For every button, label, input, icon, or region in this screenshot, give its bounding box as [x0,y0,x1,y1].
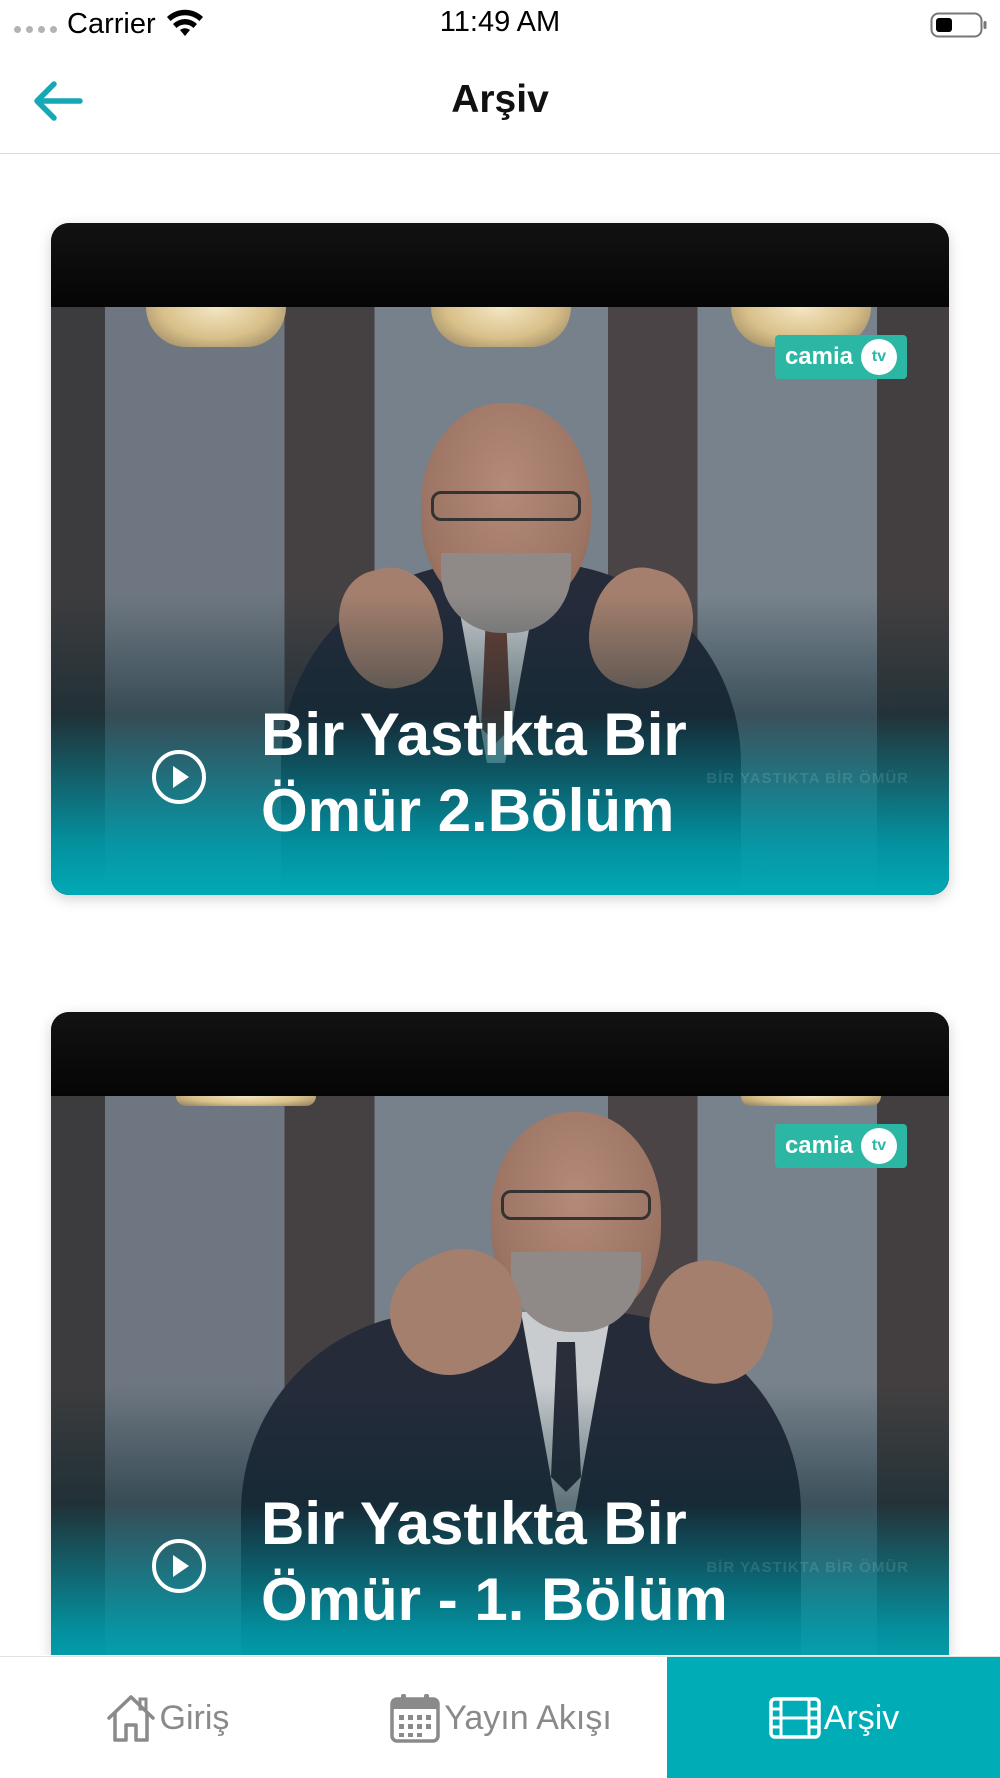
film-icon [768,1697,821,1739]
tab-label: Yayın Akışı [444,1698,612,1737]
tab-archive[interactable]: Arşiv [667,1657,1000,1778]
video-title-line: Bir Yastıkta Bir [261,1490,687,1557]
play-icon[interactable] [151,749,207,805]
video-title: Bir Yastıkta Bir Ömür - 1. Bölüm [261,1486,861,1638]
tab-bar: Giriş Yayın Akışı Arşiv [0,1656,1000,1778]
channel-logo: camia tv [774,1124,907,1168]
tab-label: Arşiv [823,1698,900,1737]
tab-label: Giriş [159,1698,230,1737]
tab-home[interactable]: Giriş [0,1657,333,1778]
channel-logo: camia tv [774,335,907,379]
status-bar: Carrier 11:49 AM [0,0,1000,48]
archive-list[interactable]: camia tv BİR YASTIKTA BİR ÖMÜR Bir Yastı… [0,155,1000,1655]
home-icon [106,1695,155,1742]
navigation-bar: Arşiv [0,48,1000,154]
video-title-line: Bir Yastıkta Bir [261,701,687,768]
battery-icon [930,12,987,38]
play-icon[interactable] [151,1538,207,1594]
star-badge-icon: tv [861,1128,897,1164]
status-time: 11:49 AM [439,6,561,38]
video-card[interactable]: camia tv BİR YASTIKTA BİR ÖMÜR Bir Yastı… [51,223,949,895]
video-title-line: Ömür - 1. Bölüm [261,1566,728,1633]
page-title: Arşiv [451,78,549,121]
video-title-line: Ömür 2.Bölüm [261,777,675,844]
star-badge-icon: tv [861,339,897,375]
video-card[interactable]: camia tv BİR YASTIKTA BİR ÖMÜR Bir Yastı… [51,1012,949,1655]
tab-schedule[interactable]: Yayın Akışı [333,1657,667,1778]
video-title: Bir Yastıkta Bir Ömür 2.Bölüm [261,697,861,849]
calendar-icon [390,1694,440,1743]
